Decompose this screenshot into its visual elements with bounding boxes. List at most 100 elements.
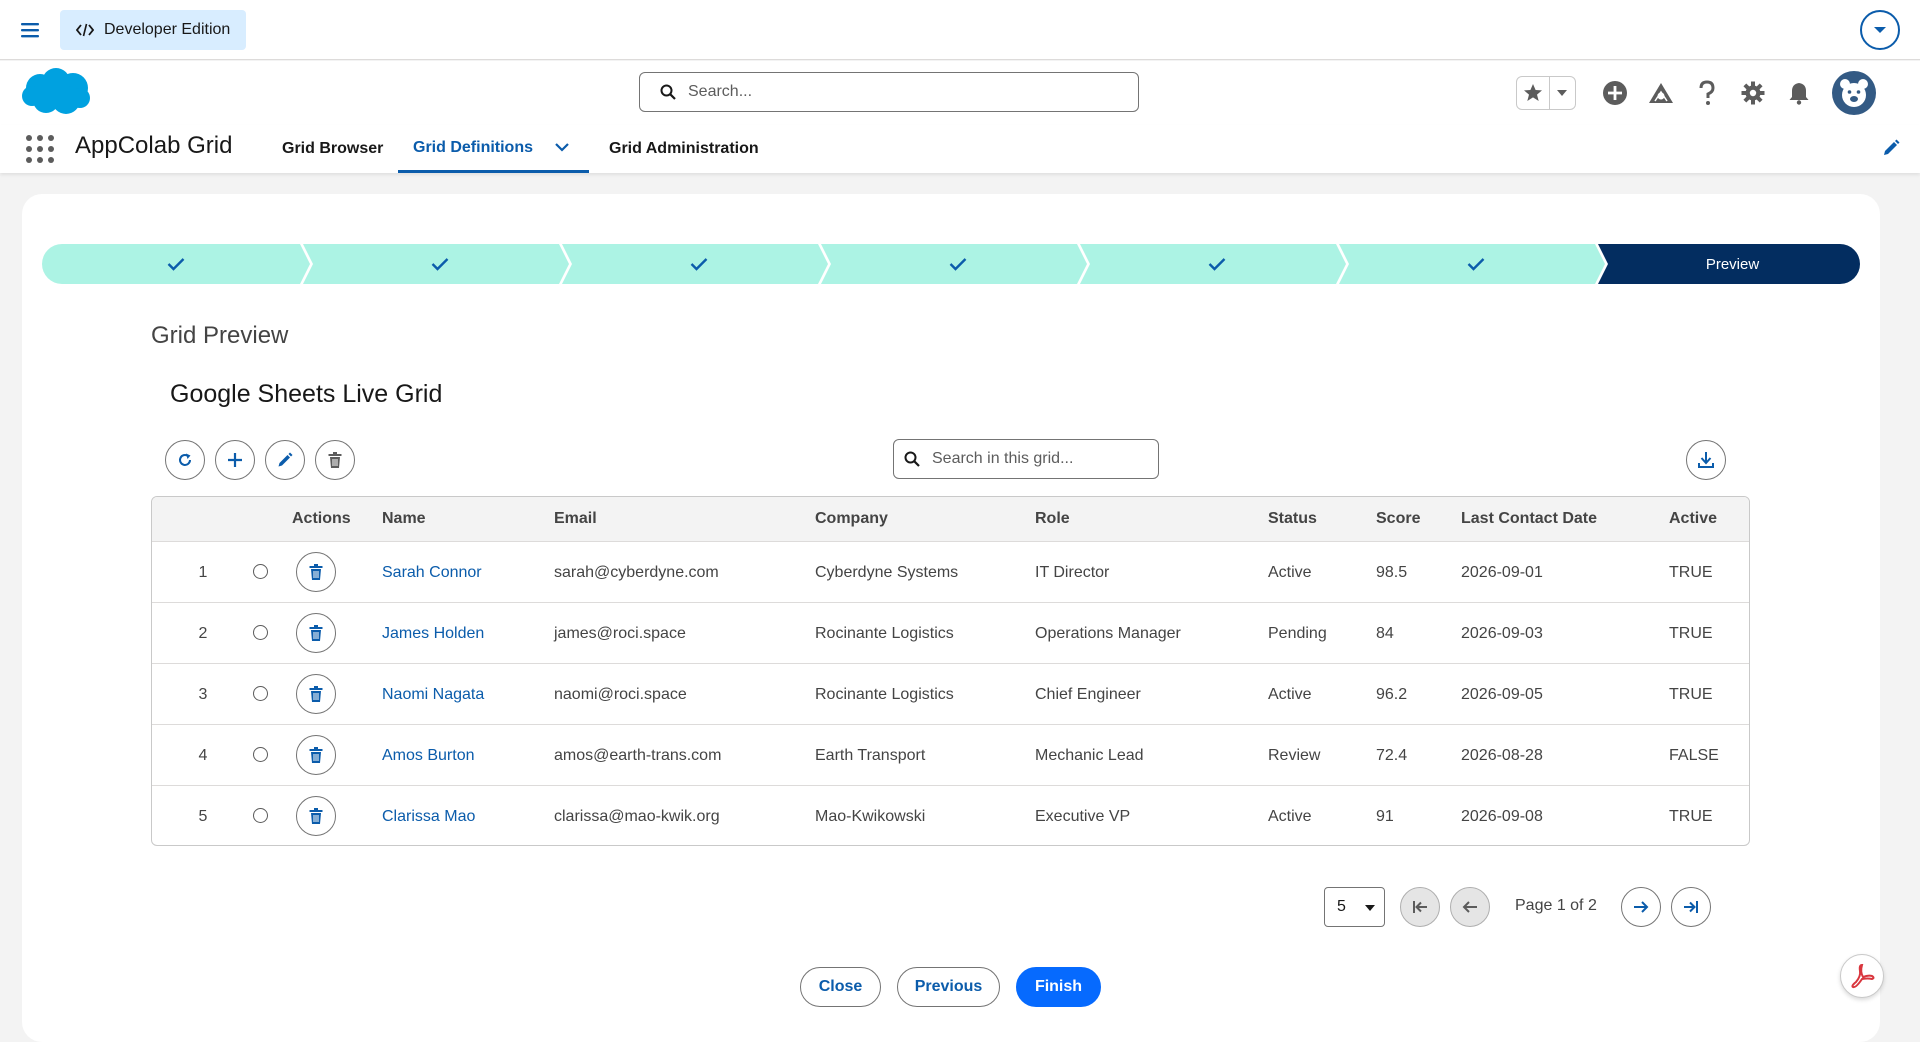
nav-item-grid-browser[interactable]: Grid Browser	[282, 125, 383, 173]
add-row-button[interactable]	[215, 440, 255, 480]
row-select-radio[interactable]	[253, 686, 268, 701]
cell-active: TRUE	[1669, 686, 1713, 703]
first-page-button[interactable]	[1400, 887, 1440, 927]
page-size-select[interactable]: 5	[1324, 887, 1385, 927]
cell-email: naomi@roci.space	[554, 686, 687, 703]
row-select-radio[interactable]	[253, 564, 268, 579]
path-step-6[interactable]	[1346, 244, 1605, 284]
chevron-down-icon[interactable]	[1860, 10, 1900, 50]
download-button[interactable]	[1686, 440, 1726, 480]
delete-button[interactable]	[315, 440, 355, 480]
check-icon	[167, 257, 185, 271]
cell-name-link[interactable]: James Holden	[382, 603, 484, 664]
menu-icon[interactable]	[20, 20, 40, 40]
add-icon[interactable]	[1592, 70, 1638, 116]
row-delete-button[interactable]	[296, 796, 336, 836]
next-page-button[interactable]	[1621, 887, 1661, 927]
check-icon	[1467, 257, 1485, 271]
path-step-2[interactable]	[310, 244, 569, 284]
path-step-3[interactable]	[569, 244, 828, 284]
cell-email: sarah@cyberdyne.com	[554, 564, 719, 581]
cell-name-link[interactable]: Sarah Connor	[382, 542, 482, 603]
edit-button[interactable]	[265, 440, 305, 480]
help-icon[interactable]	[1684, 70, 1730, 116]
row-delete-button[interactable]	[296, 674, 336, 714]
salesforce-logo[interactable]	[20, 66, 92, 118]
global-search-input[interactable]: Search...	[639, 72, 1139, 112]
pencil-icon[interactable]	[1882, 139, 1900, 157]
refresh-icon	[177, 452, 193, 468]
column-header-active[interactable]: Active	[1669, 497, 1717, 541]
row-select-radio[interactable]	[253, 808, 268, 823]
cell-email: clarissa@mao-kwik.org	[554, 808, 720, 825]
last-page-button[interactable]	[1671, 887, 1711, 927]
arrow-right-icon	[1633, 900, 1649, 914]
refresh-button[interactable]	[165, 440, 205, 480]
previous-button[interactable]: Previous	[897, 967, 1000, 1007]
nav-item-grid-definitions[interactable]: Grid Definitions	[398, 125, 589, 173]
pdf-icon[interactable]	[1840, 954, 1884, 998]
table-row[interactable]: 4 Amos Burton amos@earth-trans.com Earth…	[152, 724, 1749, 785]
grid-search-placeholder: Search in this grid...	[932, 450, 1074, 467]
favorites-dropdown-icon[interactable]	[1550, 77, 1575, 109]
column-header-name[interactable]: Name	[382, 497, 426, 541]
row-select-radio[interactable]	[253, 625, 268, 640]
data-table: Actions Name Email Company Role Status S…	[151, 496, 1750, 846]
table-row[interactable]: 2 James Holden james@roci.space Rocinant…	[152, 602, 1749, 663]
previous-page-button[interactable]	[1450, 887, 1490, 927]
nav-item-grid-administration[interactable]: Grid Administration	[609, 125, 759, 173]
page-info: Page 1 of 2	[1515, 897, 1597, 914]
path-step-4[interactable]	[828, 244, 1087, 284]
cell-active: TRUE	[1669, 564, 1713, 581]
developer-edition-badge[interactable]: Developer Edition	[60, 10, 247, 50]
trash-icon	[309, 686, 323, 702]
finish-button[interactable]: Finish	[1016, 967, 1101, 1007]
path-step-5[interactable]	[1087, 244, 1346, 284]
grid-search-input[interactable]: Search in this grid...	[893, 439, 1159, 479]
cell-status: Pending	[1268, 625, 1327, 642]
column-header-actions[interactable]: Actions	[292, 497, 351, 541]
pencil-icon	[277, 452, 293, 468]
nav-item-label: Grid Definitions	[413, 138, 533, 156]
table-row[interactable]: 3 Naomi Nagata naomi@roci.space Rocinant…	[152, 663, 1749, 724]
row-delete-button[interactable]	[296, 613, 336, 653]
cell-score: 84	[1376, 625, 1394, 642]
close-button[interactable]: Close	[800, 967, 881, 1007]
cell-name-link[interactable]: Naomi Nagata	[382, 664, 484, 725]
column-header-role[interactable]: Role	[1035, 497, 1070, 541]
column-header-email[interactable]: Email	[554, 497, 597, 541]
star-icon[interactable]	[1517, 77, 1550, 109]
table-row[interactable]: 5 Clarissa Mao clarissa@mao-kwik.org Mao…	[152, 785, 1749, 845]
chevron-down-icon[interactable]	[555, 143, 569, 152]
path-step-preview[interactable]: Preview	[1605, 244, 1860, 284]
global-search-placeholder: Search...	[688, 83, 753, 100]
row-select-radio[interactable]	[253, 747, 268, 762]
search-icon	[660, 84, 676, 100]
check-icon	[690, 257, 708, 271]
cell-role: Operations Manager	[1035, 625, 1181, 642]
cell-name-link[interactable]: Clarissa Mao	[382, 786, 475, 845]
row-number: 4	[198, 747, 208, 764]
app-launcher-icon[interactable]	[26, 135, 54, 163]
trailhead-icon[interactable]	[1638, 70, 1684, 116]
badge-label: Developer Edition	[104, 21, 231, 38]
path-step-1[interactable]	[42, 244, 310, 284]
gear-icon[interactable]	[1730, 70, 1776, 116]
cell-company: Rocinante Logistics	[815, 625, 954, 642]
column-header-last-contact-date[interactable]: Last Contact Date	[1461, 497, 1597, 541]
row-delete-button[interactable]	[296, 735, 336, 775]
cell-score: 91	[1376, 808, 1394, 825]
row-delete-button[interactable]	[296, 552, 336, 592]
cell-name-link[interactable]: Amos Burton	[382, 725, 474, 786]
trash-icon	[309, 564, 323, 580]
table-row[interactable]: 1 Sarah Connor sarah@cyberdyne.com Cyber…	[152, 541, 1749, 602]
column-header-company[interactable]: Company	[815, 497, 888, 541]
bell-icon[interactable]	[1776, 70, 1822, 116]
cell-last-contact-date: 2026-09-08	[1461, 808, 1543, 825]
avatar[interactable]	[1832, 71, 1876, 115]
column-header-status[interactable]: Status	[1268, 497, 1317, 541]
cell-company: Mao-Kwikowski	[815, 808, 926, 825]
nav-item-label: Grid Browser	[282, 140, 384, 157]
cell-status: Active	[1268, 808, 1312, 825]
column-header-score[interactable]: Score	[1376, 497, 1420, 541]
